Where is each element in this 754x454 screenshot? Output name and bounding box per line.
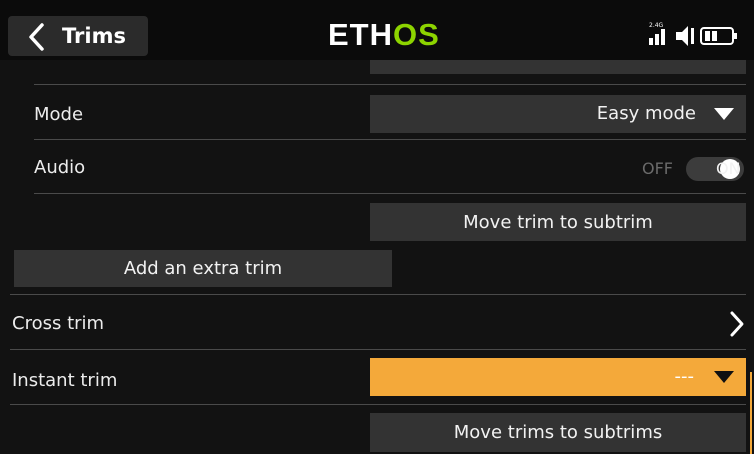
instant-trim-dropdown[interactable]: --- xyxy=(370,358,746,396)
audio-on-label: ON xyxy=(716,159,741,178)
ethos-logo: ETHOS xyxy=(328,17,440,52)
scrollbar[interactable] xyxy=(750,372,752,454)
divider xyxy=(34,139,746,140)
add-extra-trim-button[interactable]: Add an extra trim xyxy=(14,250,392,287)
mode-label: Mode xyxy=(34,104,84,125)
battery-icon xyxy=(700,27,737,45)
divider xyxy=(10,404,746,405)
dropdown-caret-icon xyxy=(714,108,734,120)
header-bar: Trims ETHOS 2.4G xyxy=(0,0,754,60)
instant-trim-value: --- xyxy=(674,366,695,387)
cross-trim-label: Cross trim xyxy=(12,313,105,334)
signal-2.4g-icon: 2.4G xyxy=(649,22,665,45)
page-title: Trims xyxy=(62,24,126,48)
audio-off-label: OFF xyxy=(642,159,673,178)
back-button[interactable] xyxy=(22,20,52,54)
divider xyxy=(10,349,746,350)
speaker-icon xyxy=(676,26,694,46)
trims-screen: Trims ETHOS 2.4G Mode Easy mode Audio OF… xyxy=(0,0,754,454)
instant-trim-label: Instant trim xyxy=(12,370,118,391)
divider xyxy=(34,84,746,85)
chevron-left-icon xyxy=(29,23,44,51)
mode-dropdown[interactable]: Easy mode xyxy=(370,95,746,133)
dropdown-caret-icon xyxy=(714,371,734,383)
status-icons: 2.4G xyxy=(648,18,748,54)
chevron-right-icon[interactable] xyxy=(728,310,746,338)
svg-text:2.4G: 2.4G xyxy=(649,22,664,29)
move-trim-to-subtrim-button[interactable]: Move trim to subtrim xyxy=(370,203,746,241)
audio-label: Audio xyxy=(34,157,86,178)
mode-value: Easy mode xyxy=(596,103,696,124)
divider xyxy=(10,294,746,295)
divider xyxy=(34,193,746,194)
previous-field[interactable] xyxy=(370,60,746,74)
move-trims-to-subtrims-button[interactable]: Move trims to subtrims xyxy=(370,413,746,452)
